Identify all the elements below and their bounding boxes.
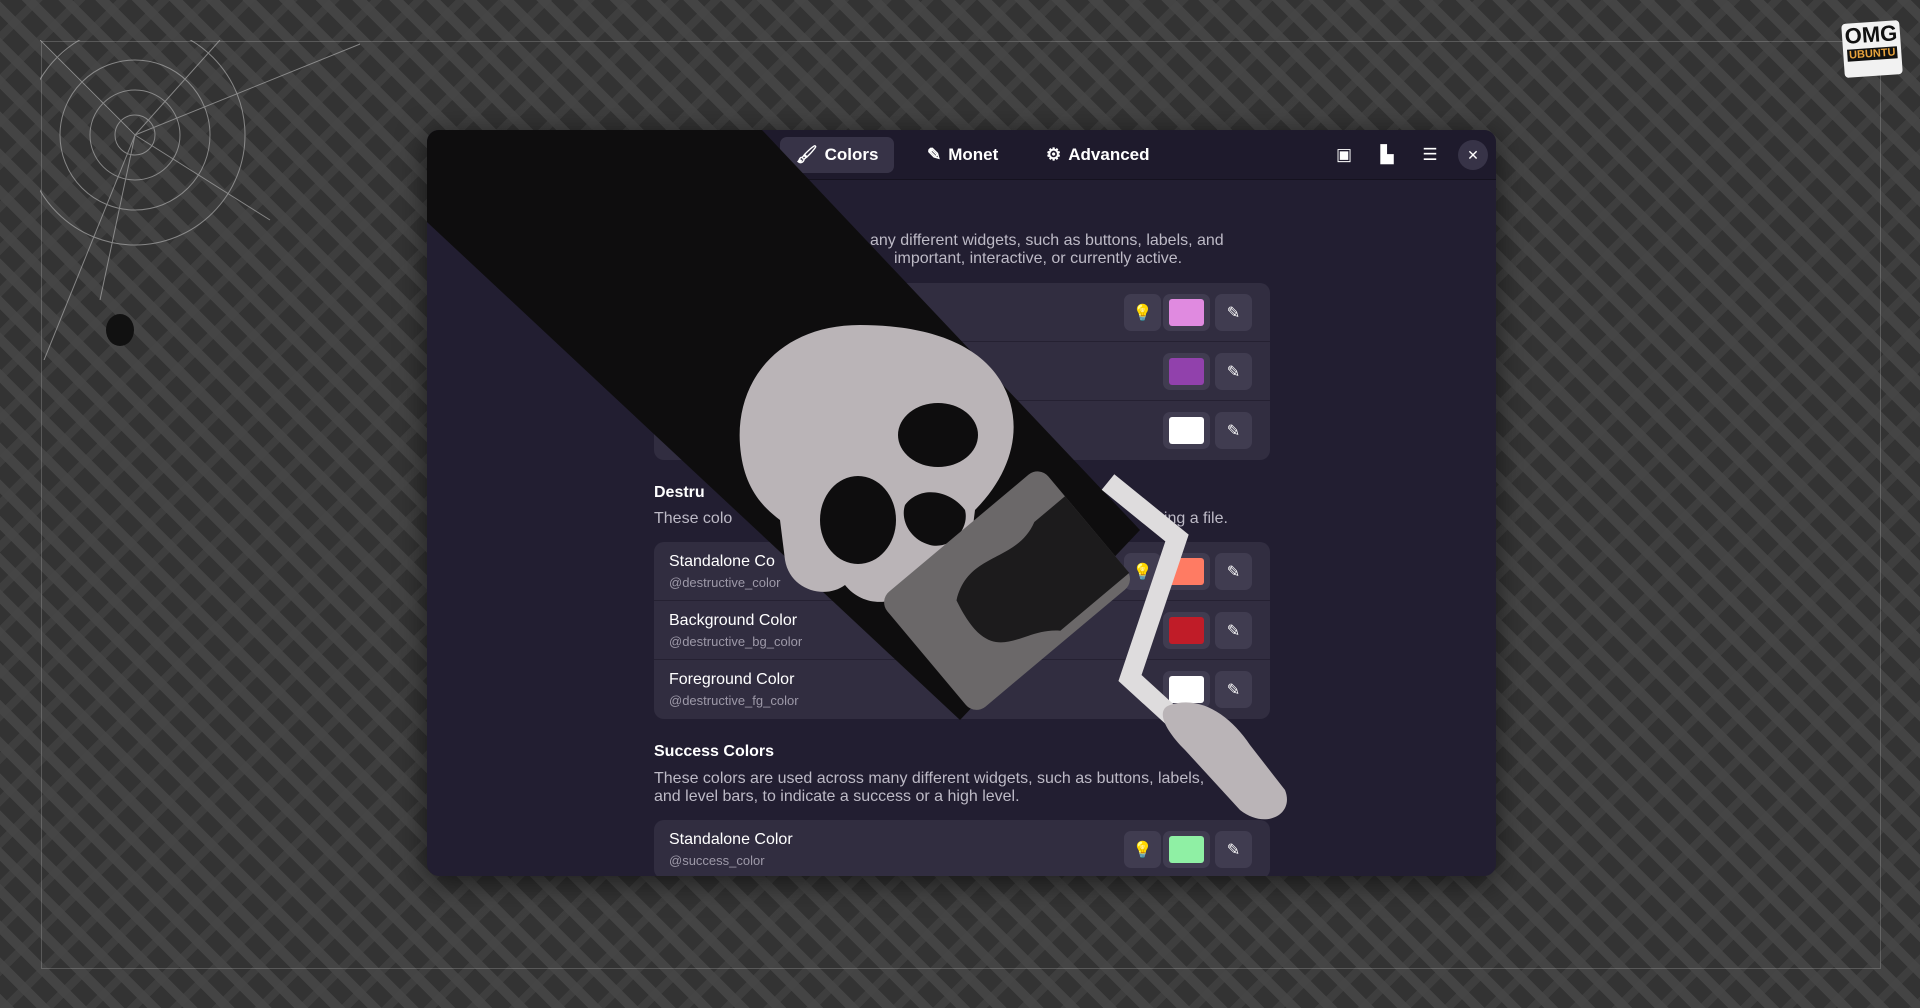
color-swatch[interactable] — [1163, 353, 1210, 390]
destructive-heading: Destru — [654, 484, 705, 501]
lightbulb-button[interactable]: 💡 — [1124, 831, 1161, 868]
spider-web-decoration — [40, 40, 360, 360]
pencil-icon: ✎ — [1226, 622, 1241, 640]
accent-bg-row: ✎ — [654, 342, 1270, 401]
tab-monet[interactable]: ✎ Monet — [911, 137, 1014, 173]
edit-button[interactable]: ✎ — [1215, 671, 1252, 708]
main-menu-button[interactable]: ☰ — [1415, 140, 1445, 170]
success-heading: Success Colors — [654, 743, 775, 760]
screenshot-button[interactable]: ▣ — [1329, 140, 1359, 170]
color-swatch[interactable] — [1163, 612, 1210, 649]
color-swatch[interactable] — [1163, 294, 1210, 331]
tab-advanced[interactable]: ⚙ Advanced — [1030, 137, 1166, 173]
edit-button[interactable]: ✎ — [1215, 831, 1252, 868]
destructive-description: These colo — [654, 510, 733, 527]
accent-standalone-row: 💡 ✎ — [654, 283, 1270, 342]
gear-icon: ⚙ — [1046, 145, 1062, 164]
color-swatch[interactable] — [1163, 671, 1210, 708]
pencil-icon: ✎ — [1226, 563, 1241, 581]
eyedropper-icon: ✎ — [927, 145, 942, 164]
color-swatch[interactable] — [1163, 412, 1210, 449]
color-swatch[interactable] — [1163, 553, 1210, 590]
brush-icon: 🖌 — [796, 145, 818, 164]
destructive-fg-row: Foreground Color @destructive_fg_color ✎ — [654, 660, 1270, 719]
accent-description: any different widgets, such as buttons, … — [870, 232, 1224, 249]
success-standalone-row: Standalone Color @success_color 💡 ✎ — [654, 820, 1270, 876]
palette-edit-icon: ▙ — [1380, 145, 1394, 164]
accent-colors-group: 💡 ✎ ✎ ✎ — [654, 283, 1270, 460]
lightbulb-button[interactable]: 💡 — [1124, 294, 1161, 331]
edit-button[interactable]: ✎ — [1215, 553, 1252, 590]
success-colors-group: Standalone Color @success_color 💡 ✎ — [654, 820, 1270, 876]
success-description-2: and level bars, to indicate a success or… — [654, 788, 1020, 805]
destructive-description-end: leting a file. — [1147, 510, 1228, 527]
edit-button[interactable]: ✎ — [1215, 294, 1252, 331]
close-icon: ✕ — [1467, 146, 1479, 163]
tab-colors[interactable]: 🖌 Colors — [780, 137, 895, 173]
header-bar: 🖌 Colors ✎ Monet ⚙ Advanced ▣ ▙ ☰ ✕ — [427, 130, 1496, 180]
destructive-standalone-row: Standalone Co @destructive_color 💡 ✎ — [654, 542, 1270, 601]
palette-edit-button[interactable]: ▙ — [1372, 140, 1402, 170]
edit-button[interactable]: ✎ — [1215, 412, 1252, 449]
edit-button[interactable]: ✎ — [1215, 612, 1252, 649]
accent-fg-row: ✎ — [654, 401, 1270, 460]
menu-icon: ☰ — [1422, 145, 1438, 164]
edit-button[interactable]: ✎ — [1215, 353, 1252, 390]
screenshot-icon: ▣ — [1335, 145, 1353, 164]
close-button[interactable]: ✕ — [1458, 140, 1488, 170]
success-description: These colors are used across many differ… — [654, 770, 1205, 787]
lightbulb-button[interactable]: 💡 — [1124, 553, 1161, 590]
pencil-icon: ✎ — [1226, 363, 1241, 381]
color-swatch[interactable] — [1163, 831, 1210, 868]
pencil-icon: ✎ — [1226, 304, 1241, 322]
pencil-icon: ✎ — [1226, 681, 1241, 699]
destructive-bg-row: Background Color @destructive_bg_color ✎ — [654, 601, 1270, 660]
pencil-icon: ✎ — [1226, 422, 1241, 440]
omg-ubuntu-logo: OMG UBUNTU — [1841, 20, 1903, 78]
destructive-colors-group: Standalone Co @destructive_color 💡 ✎ Back… — [654, 542, 1270, 719]
app-window: 🖌 Colors ✎ Monet ⚙ Advanced ▣ ▙ ☰ ✕ any dif… — [427, 130, 1496, 876]
accent-description-2: important, interactive, or currently act… — [894, 250, 1183, 267]
pencil-icon: ✎ — [1226, 841, 1241, 859]
